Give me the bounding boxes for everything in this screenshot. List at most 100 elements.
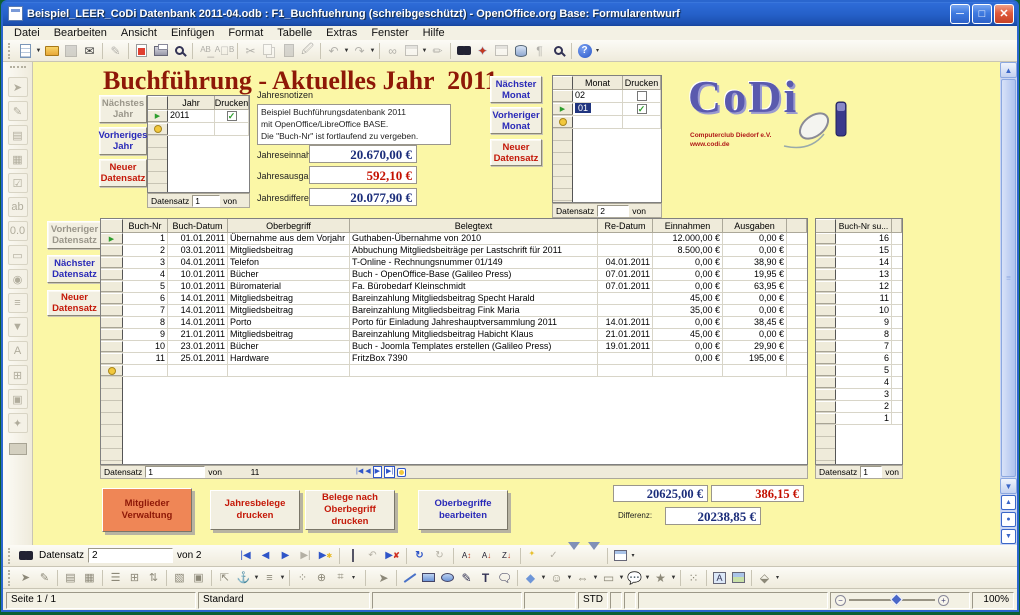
year-table[interactable]: Jahr Drucken 2011 [147, 95, 250, 193]
delete-record-icon[interactable]: ▶✘ [383, 550, 403, 561]
form-properties-icon[interactable]: ▦ [8, 149, 28, 169]
booking-row[interactable]: 11 25.01.2011 Hardware FritzBox 7390 0,0… [101, 353, 807, 365]
stars-icon[interactable]: ★ [651, 569, 670, 587]
menu-item[interactable]: Ansicht [114, 26, 164, 40]
toolbar-handle[interactable] [8, 43, 13, 59]
col-header-buchdatum[interactable]: Buch-Datum [168, 219, 228, 233]
email-icon[interactable]: ✉ [80, 42, 99, 60]
summary-row[interactable]: 15 [816, 245, 902, 257]
booking-row[interactable]: 7 14.01.2011 Mitgliedsbeitrag Bareinzahl… [101, 305, 807, 317]
callout-icon[interactable]: 🗨 [495, 569, 514, 587]
next-record-icon[interactable]: ▶ [276, 550, 296, 561]
new-year-record-button[interactable]: Neuer Datensatz [99, 159, 147, 187]
last-record-icon[interactable]: ▶| [296, 550, 316, 561]
summary-row[interactable]: 8 [816, 329, 902, 341]
previous-record-icon[interactable]: ◀ [256, 550, 276, 561]
next-record-button[interactable]: Nächster Datensatz [47, 255, 102, 283]
new-record-icon[interactable] [397, 468, 406, 477]
toolbar-handle[interactable] [8, 570, 13, 586]
control-properties-icon[interactable]: ▤ [8, 125, 28, 145]
table-icon[interactable] [402, 42, 421, 60]
summary-row[interactable]: 7 [816, 341, 902, 353]
position-size-icon[interactable]: ⇱ [215, 569, 234, 587]
new-document-dropdown-icon[interactable]: ▼ [35, 48, 42, 54]
menu-item[interactable]: Hilfe [416, 26, 452, 40]
bookings-record-input[interactable] [145, 466, 205, 478]
summary-row[interactable]: 13 [816, 269, 902, 281]
activation-order-icon[interactable]: ⇅ [144, 569, 163, 587]
booking-row[interactable]: 10 23.01.2011 Bücher Buch - Joomla Templ… [101, 341, 807, 353]
col-header-ausgaben[interactable]: Ausgaben [723, 219, 787, 233]
toolbar-options-icon[interactable]: ▾ [350, 574, 357, 581]
print-checkbox[interactable] [637, 91, 647, 101]
col-header-einnahmen[interactable]: Einnahmen [653, 219, 723, 233]
option-button-icon[interactable]: ◉ [8, 269, 28, 289]
ellipse-icon[interactable] [438, 569, 457, 587]
formatted-field-icon[interactable]: 0.0 [8, 221, 28, 241]
undo-dropdown-icon[interactable]: ▼ [343, 48, 350, 54]
draw-functions-icon[interactable]: ✏ [428, 42, 447, 60]
find-replace-icon[interactable] [454, 42, 473, 60]
month-table[interactable]: Monat Drucken 02 01 [552, 75, 662, 203]
format-paintbrush-icon[interactable]: 🖉 [298, 42, 317, 60]
booking-row[interactable]: 3 04.01.2011 Telefon T-Online - Rechnung… [101, 257, 807, 269]
previous-page-icon[interactable]: ▲ [1001, 495, 1016, 510]
summary-row[interactable]: 2 [816, 401, 902, 413]
undo-data-entry-icon[interactable]: ↶ [363, 550, 383, 561]
close-button[interactable]: ✕ [994, 4, 1014, 24]
year-row[interactable]: 2011 [148, 110, 249, 123]
text-box-icon[interactable]: ab [8, 197, 28, 217]
booking-row[interactable]: 4 10.01.2011 Bücher Buch - OpenOffice-Ba… [101, 269, 807, 281]
zoom-slider-track[interactable] [849, 599, 935, 601]
summary-row[interactable]: 5 [816, 365, 902, 377]
alignment-dropdown-icon[interactable]: ▼ [279, 575, 286, 581]
summary-row[interactable]: 11 [816, 293, 902, 305]
new-document-icon[interactable] [16, 42, 35, 60]
booking-row[interactable]: 1 01.01.2011 Übernahme aus dem Vorjahr G… [101, 233, 807, 245]
redo-dropdown-icon[interactable]: ▼ [369, 48, 376, 54]
summary-row[interactable]: 12 [816, 281, 902, 293]
form-design-icon[interactable]: ▣ [8, 389, 28, 409]
new-month-record-button[interactable]: Neuer Datensatz [490, 139, 542, 166]
symbol-shapes-icon[interactable]: ☺ [547, 569, 566, 587]
prev-record-icon[interactable]: ◀ [365, 467, 370, 477]
sort-descending-icon[interactable]: Z↓ [497, 550, 517, 561]
booking-row[interactable]: 8 14.01.2011 Porto Porto für Einladung J… [101, 317, 807, 329]
list-box-icon[interactable]: ≡ [8, 293, 28, 313]
booking-row[interactable]: 5 10.01.2011 Büromaterial Fa. Bürobedarf… [101, 281, 807, 293]
guides-when-moving-icon[interactable]: ⌗ [331, 569, 350, 587]
basic-shapes-dropdown-icon[interactable]: ▼ [540, 575, 547, 581]
summary-row[interactable]: 16 [816, 233, 902, 245]
flowchart-icon[interactable]: ▭ [599, 569, 618, 587]
col-header-buchnr-sum[interactable]: Buch-Nr su... [836, 219, 892, 233]
design-mode-on-off-icon[interactable]: ✎ [35, 569, 54, 587]
refresh-control-icon[interactable]: ↻ [430, 550, 450, 561]
sort-ascending-icon[interactable]: A↓ [477, 550, 497, 561]
summary-row[interactable]: 9 [816, 317, 902, 329]
print-by-category-button[interactable]: Belege nach Oberbegriff drucken [305, 490, 395, 530]
auto-spellcheck-icon[interactable]: ᴬ᷎ᴮ [215, 42, 234, 60]
navigation-icon[interactable]: ● [1001, 512, 1016, 527]
toolbar-handle[interactable] [8, 548, 13, 564]
text-icon[interactable]: T [476, 569, 495, 587]
month-record-input[interactable] [597, 205, 629, 217]
buchnr-summary-table[interactable]: Buch-Nr su... 16 15 14 [815, 218, 903, 465]
scrollbar-thumb[interactable] [1001, 79, 1016, 477]
menu-item[interactable]: Datei [7, 26, 47, 40]
new-record-row[interactable] [553, 116, 661, 129]
last-record-icon[interactable]: ▶| [384, 466, 395, 478]
new-record-button[interactable]: Neuer Datensatz [47, 290, 102, 316]
data-source-as-table-icon[interactable] [611, 547, 630, 565]
col-header-buchnr[interactable]: Buch-Nr [123, 219, 168, 233]
anchor-icon[interactable]: ⚓ [234, 569, 253, 587]
minimize-button[interactable]: ─ [950, 4, 970, 24]
next-month-button[interactable]: Nächster Monat [490, 76, 542, 103]
print-checkbox[interactable] [227, 111, 237, 121]
previous-month-button[interactable]: Vorheriger Monat [490, 107, 542, 134]
col-header-oberbegriff[interactable]: Oberbegriff [228, 219, 350, 233]
toolbar-scroll-thumb[interactable] [9, 443, 27, 455]
from-file-icon[interactable] [729, 569, 748, 587]
line-icon[interactable] [400, 569, 419, 587]
spellcheck-icon[interactable]: ᴬᴮ̲ [196, 42, 215, 60]
cut-icon[interactable]: ✂ [241, 42, 260, 60]
